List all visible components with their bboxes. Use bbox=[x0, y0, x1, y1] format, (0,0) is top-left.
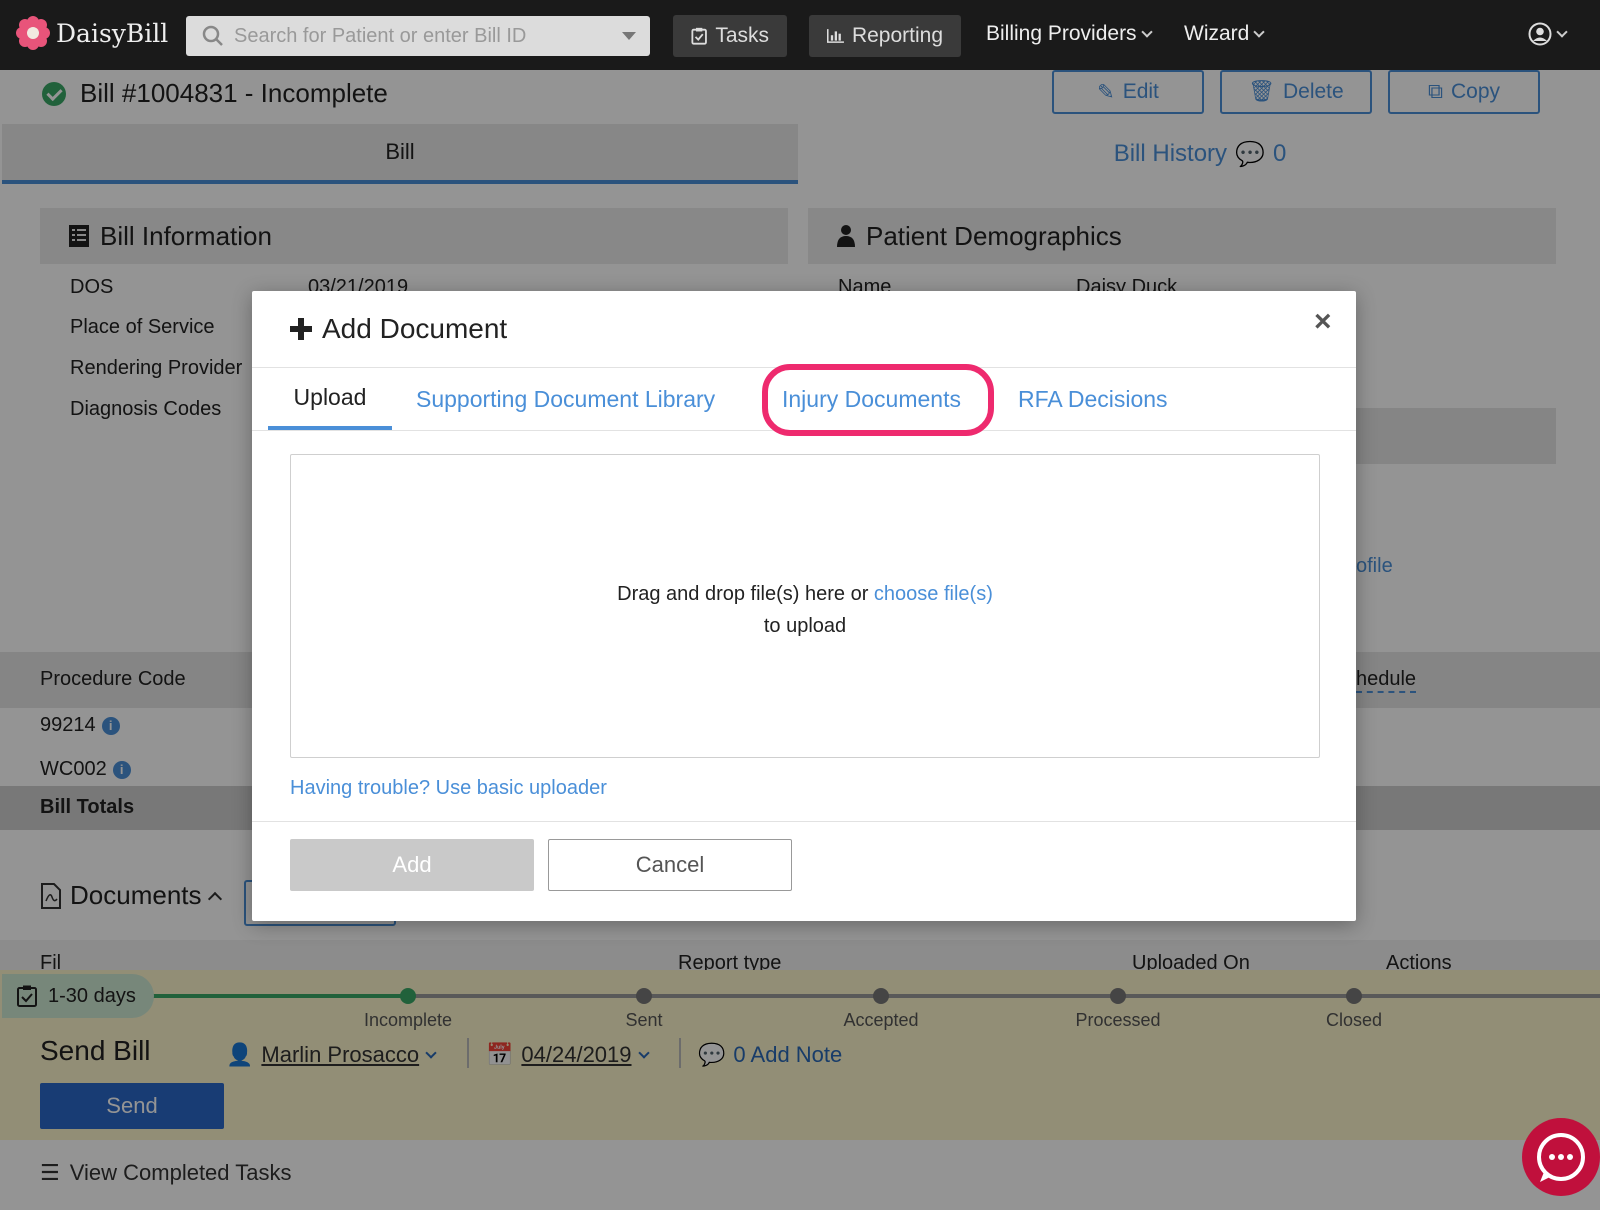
wizard-label: Wizard bbox=[1184, 22, 1250, 45]
billing-providers-label: Billing Providers bbox=[986, 22, 1137, 45]
tasks-label: Tasks bbox=[715, 24, 769, 47]
search-dropdown-icon[interactable] bbox=[622, 32, 636, 40]
search-placeholder: Search for Patient or enter Bill ID bbox=[234, 24, 527, 47]
choose-files-link[interactable]: choose file(s) bbox=[874, 583, 993, 605]
daisy-logo-icon bbox=[16, 16, 50, 50]
dropzone-text-2: to upload bbox=[763, 615, 847, 637]
chevron-down-icon bbox=[1253, 25, 1266, 38]
add-button[interactable]: Add bbox=[290, 839, 534, 891]
reporting-button[interactable]: Reporting bbox=[809, 15, 961, 57]
dropzone-text: Drag and drop file(s) here or choose fil… bbox=[291, 583, 1319, 606]
add-document-modal: Add Document × Upload Supporting Documen… bbox=[252, 291, 1356, 921]
reporting-icon bbox=[827, 29, 844, 43]
chat-icon bbox=[1537, 1133, 1585, 1182]
tab-upload[interactable]: Upload bbox=[268, 368, 392, 430]
chevron-down-icon bbox=[1556, 25, 1568, 38]
dropzone-instruction: Drag and drop file(s) here or bbox=[617, 583, 869, 605]
reporting-label: Reporting bbox=[851, 24, 943, 47]
close-icon[interactable]: × bbox=[1314, 305, 1332, 339]
tasks-icon bbox=[691, 27, 707, 45]
user-icon bbox=[1528, 22, 1552, 46]
cancel-button[interactable]: Cancel bbox=[548, 839, 792, 891]
modal-tabs: Upload Supporting Document Library Injur… bbox=[252, 367, 1356, 431]
plus-icon bbox=[290, 318, 312, 340]
modal-footer: Add Cancel bbox=[252, 821, 1356, 921]
wizard-menu[interactable]: Wizard bbox=[1184, 22, 1266, 46]
search-input[interactable]: Search for Patient or enter Bill ID bbox=[186, 16, 650, 56]
brand-name: DaisyBill bbox=[56, 18, 169, 48]
modal-title: Add Document bbox=[290, 313, 507, 345]
tab-rfa-decisions[interactable]: RFA Decisions bbox=[1018, 368, 1168, 430]
file-dropzone[interactable]: Drag and drop file(s) here or choose fil… bbox=[290, 454, 1320, 758]
basic-uploader-link[interactable]: Having trouble? Use basic uploader bbox=[290, 777, 607, 800]
modal-title-text: Add Document bbox=[322, 313, 508, 344]
tab-injury-documents[interactable]: Injury Documents bbox=[782, 368, 961, 430]
tasks-button[interactable]: Tasks bbox=[673, 15, 787, 57]
search-icon bbox=[202, 25, 223, 46]
brand-logo[interactable]: DaisyBill bbox=[16, 16, 168, 50]
user-menu[interactable] bbox=[1528, 22, 1568, 46]
top-navbar: DaisyBill Search for Patient or enter Bi… bbox=[0, 0, 1600, 70]
chevron-down-icon bbox=[1140, 25, 1153, 38]
chat-button[interactable] bbox=[1522, 1118, 1600, 1196]
billing-providers-menu[interactable]: Billing Providers bbox=[986, 22, 1153, 46]
tab-supporting-document-library[interactable]: Supporting Document Library bbox=[416, 368, 715, 430]
